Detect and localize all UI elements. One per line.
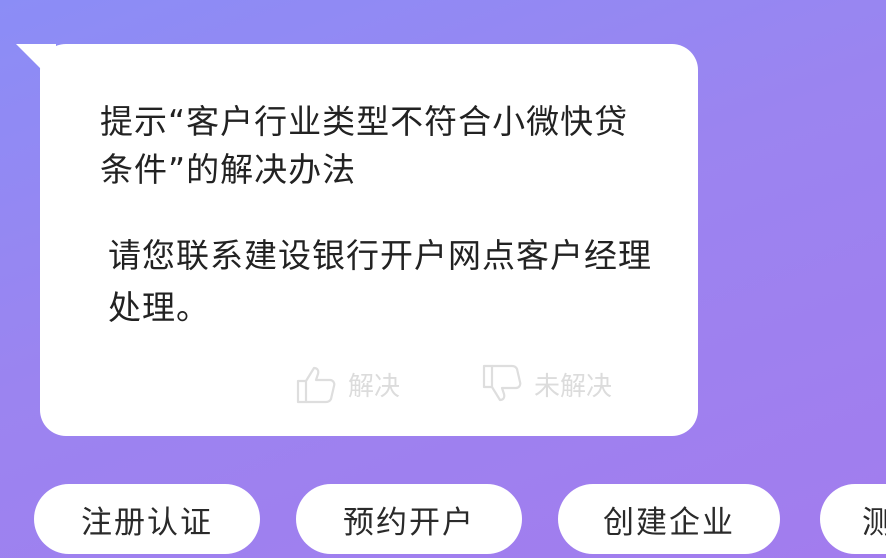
thumbs-down-icon	[480, 362, 524, 406]
quick-action-register[interactable]: 注册认证	[34, 484, 260, 554]
resolved-label: 解决	[348, 371, 401, 402]
quick-action-open-account[interactable]: 预约开户	[296, 484, 522, 554]
unresolved-label: 未解决	[534, 371, 613, 402]
unresolved-feedback-button[interactable]: 未解决	[480, 362, 612, 406]
quick-action-create-company[interactable]: 创建企业	[558, 484, 780, 554]
bot-message-bubble: 提示“客户行业类型不符合小微快贷条件”的解决办法 请您联系建设银行开户网点客户经…	[40, 44, 698, 436]
thumbs-up-icon	[294, 362, 338, 406]
quick-action-partial[interactable]: 测	[820, 484, 886, 554]
resolved-feedback-button[interactable]: 解决	[294, 362, 400, 406]
message-answer: 请您联系建设银行开户网点客户经理处理。	[108, 236, 652, 327]
message-question: 提示“客户行业类型不符合小微快贷条件”的解决办法	[100, 102, 629, 189]
quick-action-bar: 注册认证 预约开户 创建企业 测	[0, 484, 886, 558]
